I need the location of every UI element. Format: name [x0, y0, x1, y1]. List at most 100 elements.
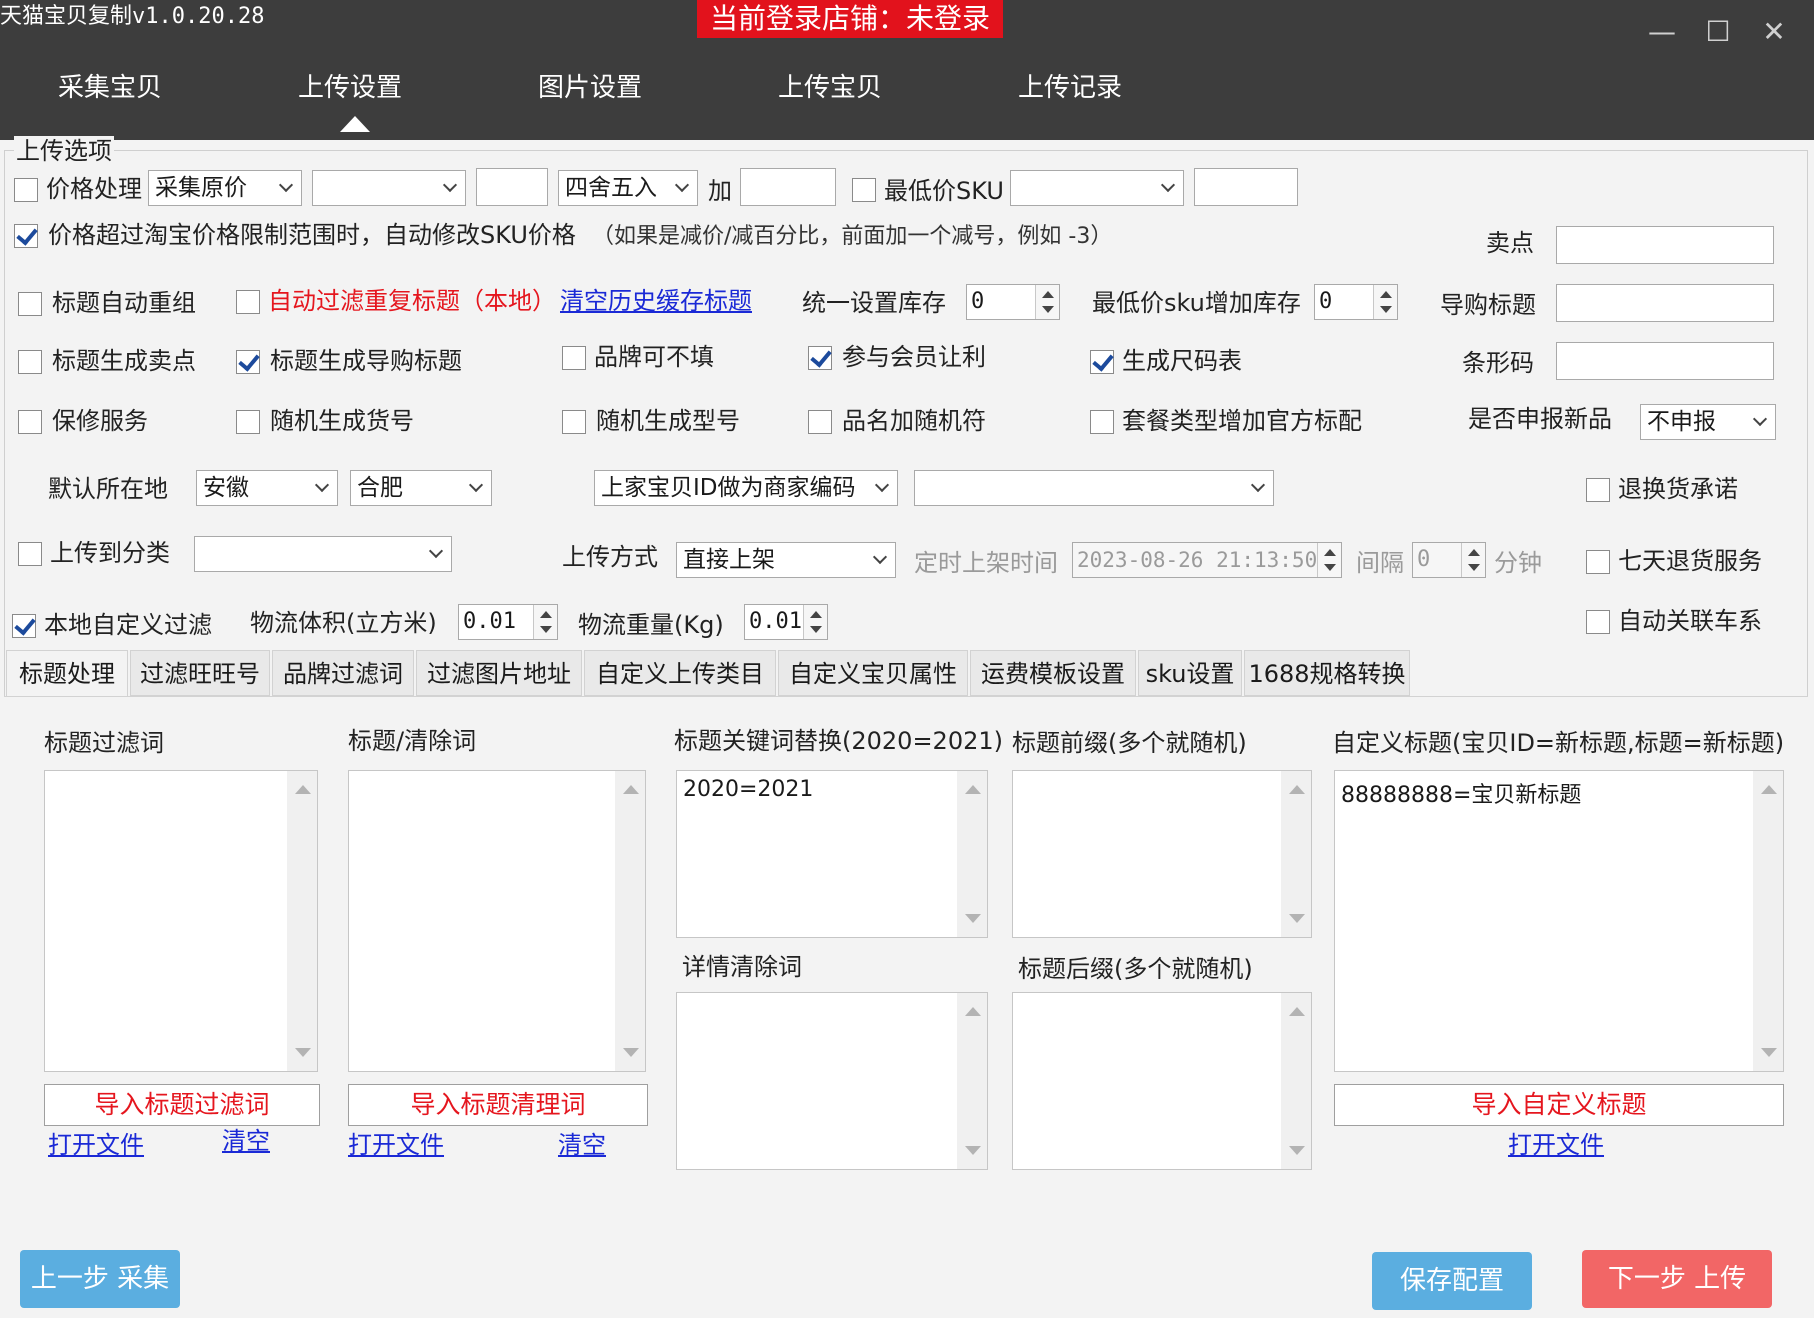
random-model-no-checkbox[interactable] — [562, 410, 586, 434]
subtab-brand-filter[interactable]: 品牌过滤词 — [272, 650, 414, 696]
new-product-select[interactable]: 不申报 — [1640, 404, 1776, 440]
nav-tab-image-settings[interactable]: 图片设置 — [500, 68, 680, 108]
random-name-char-checkbox[interactable] — [808, 410, 832, 434]
detail-clear-textarea[interactable] — [676, 992, 988, 1170]
price-mode-select[interactable]: 采集原价 — [148, 170, 302, 206]
price-processing-checkbox[interactable] — [14, 178, 38, 202]
price-value-input[interactable] — [476, 168, 548, 206]
min-sku-stock-stepper[interactable]: 0 — [1314, 284, 1398, 320]
subtab-title-processing[interactable]: 标题处理 — [6, 650, 128, 696]
clear-link[interactable]: 清空 — [558, 1130, 606, 1160]
rounding-select[interactable]: 四舍五入 — [558, 170, 698, 206]
scrollbar[interactable] — [957, 771, 987, 937]
min-sku-value-input[interactable] — [1194, 168, 1298, 206]
upload-category-checkbox[interactable] — [18, 542, 42, 566]
import-custom-title-button[interactable]: 导入自定义标题 — [1334, 1084, 1784, 1126]
return-promise-checkbox[interactable] — [1586, 478, 1610, 502]
nav-tab-upload-settings[interactable]: 上传设置 — [260, 68, 440, 108]
active-tab-caret-icon — [340, 116, 370, 132]
local-filter-checkbox[interactable] — [12, 614, 36, 638]
volume-value: 0.01 — [463, 609, 516, 634]
subtab-sku-settings[interactable]: sku设置 — [1138, 650, 1242, 696]
volume-stepper[interactable]: 0.01 — [458, 604, 558, 640]
clear-words-textarea[interactable] — [348, 770, 646, 1072]
prev-step-button[interactable]: 上一步 采集 — [20, 1250, 180, 1308]
price-mode2-select[interactable] — [312, 170, 466, 206]
close-button[interactable]: ✕ — [1756, 14, 1792, 50]
scrollbar[interactable] — [957, 993, 987, 1169]
nav-tab-collect[interactable]: 采集宝贝 — [20, 68, 200, 108]
weight-stepper[interactable]: 0.01 — [744, 604, 828, 640]
title-to-selling-label: 标题生成卖点 — [52, 347, 196, 375]
filter-words-textarea[interactable] — [44, 770, 318, 1072]
open-file-link[interactable]: 打开文件 — [48, 1130, 144, 1160]
scrollbar[interactable] — [287, 771, 317, 1071]
scrollbar[interactable] — [615, 771, 645, 1071]
import-clear-words-button[interactable]: 导入标题清理词 — [348, 1084, 648, 1126]
brand-optional-checkbox[interactable] — [562, 346, 586, 370]
chevron-down-icon — [674, 177, 690, 193]
title-regroup-checkbox[interactable] — [18, 292, 42, 316]
guide-title-input[interactable] — [1556, 284, 1774, 322]
next-step-button[interactable]: 下一步 上传 — [1582, 1250, 1772, 1308]
auto-fix-price-checkbox[interactable] — [14, 224, 38, 248]
import-filter-words-button[interactable]: 导入标题过滤词 — [44, 1084, 320, 1126]
province-select[interactable]: 安徽 — [196, 470, 338, 506]
upload-mode-value: 直接上架 — [683, 547, 775, 573]
package-official-checkbox[interactable] — [1090, 410, 1114, 434]
scrollbar[interactable] — [1753, 771, 1783, 1071]
subtab-filter-wangwang[interactable]: 过滤旺旺号 — [130, 650, 270, 696]
stepper-arrows-icon[interactable] — [1317, 543, 1341, 577]
subtab-custom-attributes[interactable]: 自定义宝贝属性 — [778, 650, 968, 696]
clear-link[interactable]: 清空 — [222, 1126, 270, 1156]
open-file-link[interactable]: 打开文件 — [348, 1130, 444, 1160]
prefix-textarea[interactable] — [1012, 770, 1312, 938]
warranty-label: 保修服务 — [52, 407, 148, 435]
stepper-arrows-icon[interactable] — [1373, 285, 1397, 319]
stepper-arrows-icon[interactable] — [1461, 543, 1485, 577]
keyword-replace-textarea[interactable]: 2020=2021 — [676, 770, 988, 938]
interval-stepper[interactable]: 0 — [1412, 542, 1486, 578]
merchant-code-extra-select[interactable] — [914, 470, 1274, 506]
member-discount-checkbox[interactable] — [808, 346, 832, 370]
keyword-replace-label: 标题关键词替换(2020=2021) — [674, 727, 1003, 755]
scrollbar[interactable] — [1281, 771, 1311, 937]
nav-tab-upload-items[interactable]: 上传宝贝 — [740, 68, 920, 108]
size-chart-checkbox[interactable] — [1090, 350, 1114, 374]
stepper-arrows-icon[interactable] — [1035, 285, 1059, 319]
minimize-button[interactable]: — — [1644, 14, 1680, 50]
add-value-input[interactable] — [740, 168, 836, 206]
title-to-guide-checkbox[interactable] — [236, 350, 260, 374]
subtab-filter-image-url[interactable]: 过滤图片地址 — [416, 650, 582, 696]
open-file-link[interactable]: 打开文件 — [1508, 1130, 1604, 1160]
unified-stock-stepper[interactable]: 0 — [966, 284, 1060, 320]
selling-point-input[interactable] — [1556, 226, 1774, 264]
suffix-textarea[interactable] — [1012, 992, 1312, 1170]
subtab-shipping-template[interactable]: 运费模板设置 — [970, 650, 1136, 696]
min-sku-checkbox[interactable] — [852, 178, 876, 202]
warranty-checkbox[interactable] — [18, 410, 42, 434]
scrollbar[interactable] — [1281, 993, 1311, 1169]
title-to-selling-checkbox[interactable] — [18, 350, 42, 374]
stepper-arrows-icon[interactable] — [533, 605, 557, 639]
nav-tab-upload-records[interactable]: 上传记录 — [980, 68, 1160, 108]
save-config-button[interactable]: 保存配置 — [1372, 1252, 1532, 1310]
min-sku-select[interactable] — [1010, 170, 1184, 206]
city-select[interactable]: 合肥 — [350, 470, 492, 506]
upload-category-select[interactable] — [194, 536, 452, 572]
subtab-custom-category[interactable]: 自定义上传类目 — [584, 650, 776, 696]
barcode-input[interactable] — [1556, 342, 1774, 380]
upload-mode-select[interactable]: 直接上架 — [676, 542, 896, 578]
seven-day-return-checkbox[interactable] — [1586, 550, 1610, 574]
custom-title-textarea[interactable]: 88888888=宝贝新标题 — [1334, 770, 1784, 1072]
subtab-1688-spec[interactable]: 1688规格转换 — [1244, 650, 1410, 696]
scheduled-time-label: 定时上架时间 — [914, 549, 1058, 577]
maximize-button[interactable]: ☐ — [1700, 14, 1736, 50]
auto-car-checkbox[interactable] — [1586, 610, 1610, 634]
stepper-arrows-icon[interactable] — [803, 605, 827, 639]
random-item-no-checkbox[interactable] — [236, 410, 260, 434]
filter-dup-titles-checkbox[interactable] — [236, 290, 260, 314]
clear-cache-link[interactable]: 清空历史缓存标题 — [560, 286, 752, 316]
scheduled-time-picker[interactable]: 2023-08-26 21:13:50 — [1072, 542, 1342, 578]
merchant-code-select[interactable]: 上家宝贝ID做为商家编码 — [594, 470, 898, 506]
